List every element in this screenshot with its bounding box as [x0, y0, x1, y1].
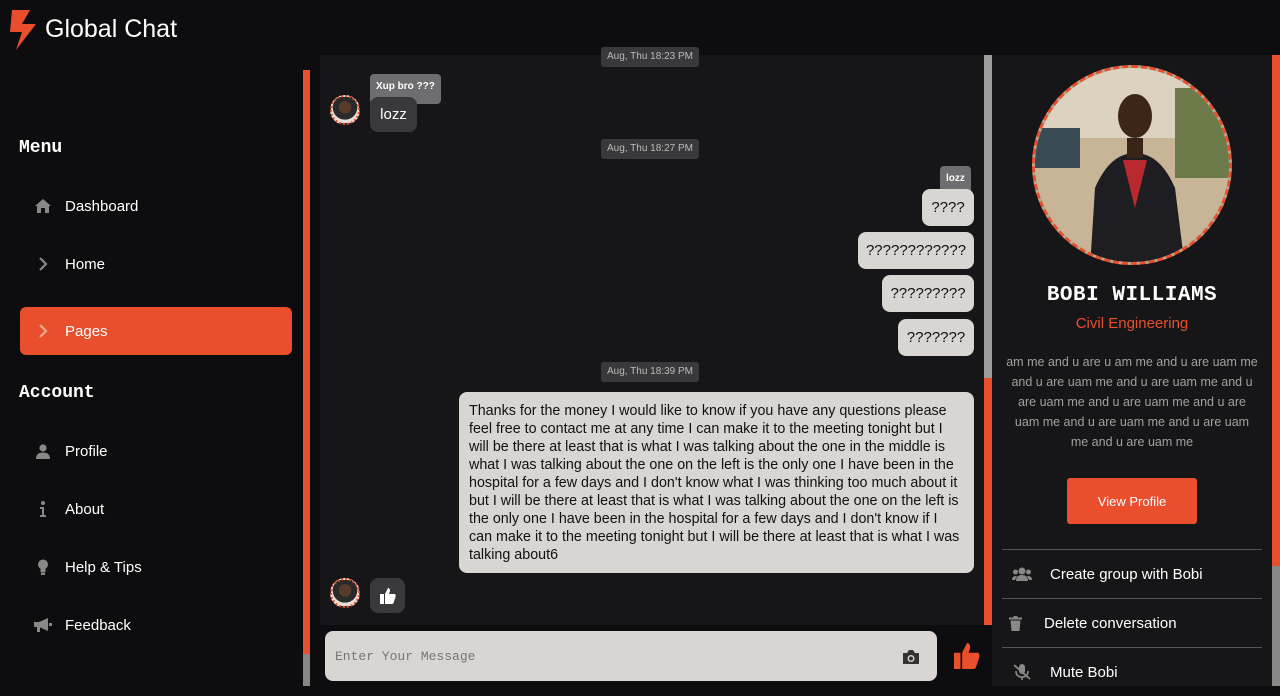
account-section-title: Account: [19, 383, 95, 403]
sidebar-divider: [303, 70, 310, 686]
chat-scrollbar-thumb[interactable]: [984, 55, 992, 378]
message-timestamp: Aug, Thu 18:23 PM: [601, 47, 699, 67]
action-label: Delete conversation: [1044, 614, 1177, 632]
trash-icon: [1004, 615, 1026, 631]
outgoing-message: Thanks for the money I would like to kno…: [459, 392, 974, 573]
chat-scrollbar[interactable]: [984, 55, 992, 625]
sidebar-item-label: Pages: [65, 322, 108, 340]
chevron-right-icon: [20, 257, 65, 271]
sidebar-item-label: Feedback: [65, 616, 131, 634]
outgoing-message: ????????????: [858, 232, 974, 269]
camera-icon[interactable]: [902, 649, 920, 665]
action-label: Mute Bobi: [1050, 663, 1118, 681]
thumbs-up-icon: [379, 587, 396, 604]
profile-name: BOBI WILLIAMS: [1046, 284, 1218, 307]
avatar[interactable]: [330, 95, 360, 125]
sidebar-item-help-tips[interactable]: Help & Tips: [20, 543, 292, 591]
lightbulb-icon: [20, 559, 65, 575]
sidebar-item-pages[interactable]: Pages: [20, 307, 292, 355]
message-timestamp: Aug, Thu 18:39 PM: [601, 362, 699, 382]
megaphone-icon: [20, 618, 65, 632]
info-icon: [20, 501, 65, 517]
profile-photo: [1032, 65, 1232, 265]
message-input[interactable]: [325, 631, 937, 681]
delete-conversation-action[interactable]: Delete conversation: [1002, 598, 1262, 647]
create-group-action[interactable]: Create group with Bobi: [1002, 549, 1262, 598]
lightning-logo-icon: [10, 10, 36, 50]
outgoing-message: ?????????: [882, 275, 974, 312]
sidebar-item-profile[interactable]: Profile: [20, 427, 292, 475]
sidebar-scrollbar[interactable]: [303, 654, 310, 686]
profile-department: Civil Engineering: [1075, 315, 1189, 332]
message-timestamp: Aug, Thu 18:27 PM: [601, 139, 699, 159]
chevron-right-icon: [20, 324, 65, 338]
profile-divider: [1272, 55, 1280, 566]
users-icon: [1002, 567, 1042, 581]
user-icon: [20, 443, 65, 459]
action-label: Create group with Bobi: [1050, 565, 1203, 583]
sidebar-item-label: Home: [65, 255, 106, 273]
view-profile-button[interactable]: View Profile: [1067, 478, 1197, 524]
menu-section-title: Menu: [19, 138, 63, 158]
sidebar-item-label: Profile: [65, 442, 108, 460]
send-like-icon[interactable]: [954, 643, 980, 669]
app-title: Global Chat: [45, 15, 178, 43]
sidebar-item-dashboard[interactable]: Dashboard: [20, 182, 292, 230]
avatar[interactable]: [330, 578, 360, 608]
mute-action[interactable]: Mute Bobi: [1002, 647, 1262, 696]
sidebar-item-label: Help & Tips: [65, 558, 142, 576]
sidebar-item-home[interactable]: Home: [20, 240, 292, 288]
outgoing-message: ???????: [898, 319, 974, 356]
sidebar-item-about[interactable]: About: [20, 485, 292, 533]
sidebar-item-label: Dashboard: [65, 197, 139, 215]
incoming-message: lozz: [370, 97, 417, 132]
sidebar-item-label: About: [65, 500, 105, 518]
profile-scrollbar[interactable]: [1272, 566, 1280, 686]
home-icon: [20, 199, 65, 213]
outgoing-message: ????: [922, 189, 974, 226]
like-message: [370, 578, 405, 613]
mic-off-icon: [1002, 664, 1042, 680]
profile-bio: am me and u are u am me and u are uam me…: [1006, 355, 1258, 449]
sidebar-item-feedback[interactable]: Feedback: [20, 601, 292, 649]
